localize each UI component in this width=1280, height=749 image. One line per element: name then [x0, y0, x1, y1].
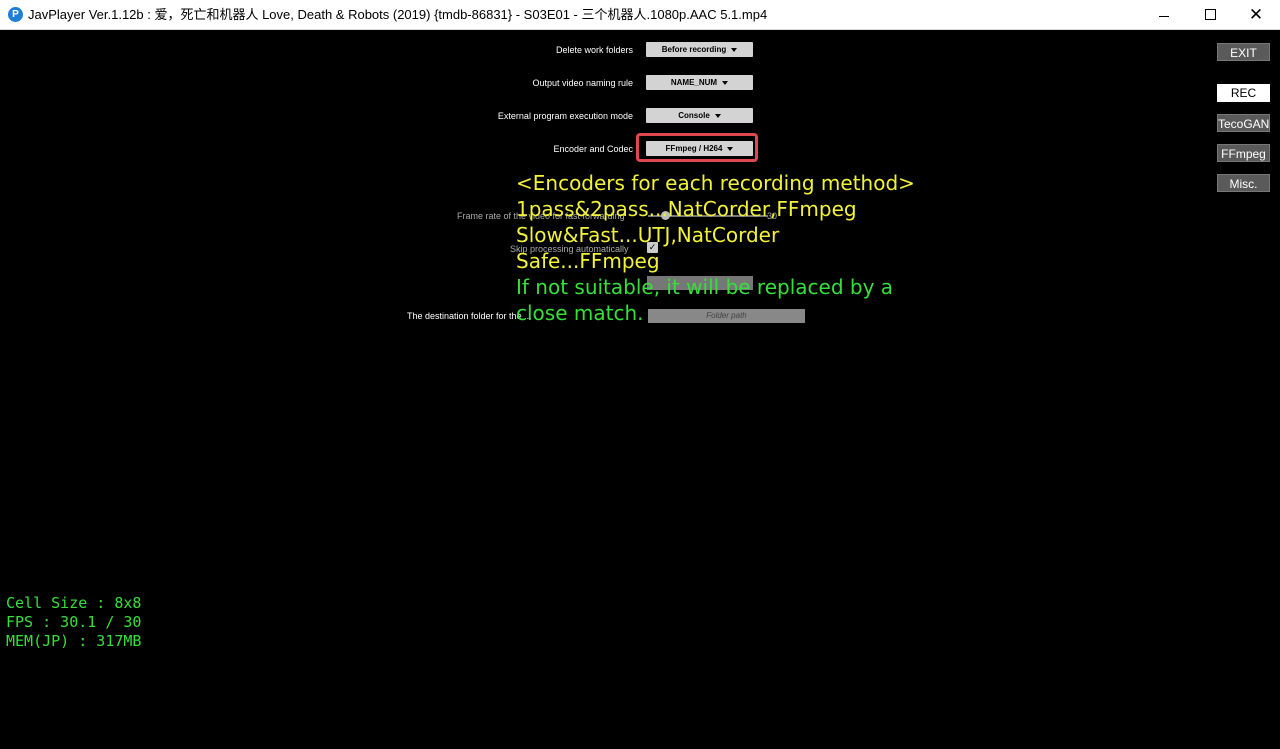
encoder-label: Encoder and Codec	[553, 144, 633, 154]
app-icon: P	[8, 7, 23, 22]
external-exec-label: External program execution mode	[497, 111, 633, 121]
minimize-button[interactable]	[1141, 0, 1187, 30]
cell-size-stat: Cell Size : 8x8	[6, 594, 142, 612]
overlay-line: 1pass&2pass...NatCorder,FFmpeg	[516, 197, 857, 221]
overlay-line: <Encoders for each recording method>	[516, 171, 915, 195]
encoder-help-overlay: <Encoders for each recording method> 1pa…	[516, 170, 915, 326]
overlay-line: close match.	[516, 301, 644, 325]
external-exec-value: Console	[678, 111, 710, 120]
stats-panel: Cell Size : 8x8 FPS : 30.1 / 30 MEM(JP) …	[6, 594, 141, 651]
close-button[interactable]: ✕	[1233, 0, 1279, 30]
caret-down-icon	[731, 47, 738, 52]
mem-stat: MEM(JP) : 317MB	[6, 632, 142, 650]
output-naming-dropdown[interactable]: NAME_NUM	[646, 75, 753, 90]
maximize-button[interactable]	[1187, 0, 1233, 30]
fps-stat: FPS : 30.1 / 30	[6, 613, 142, 631]
delete-work-folders-value: Before recording	[661, 45, 727, 54]
misc-tab[interactable]: Misc.	[1217, 174, 1270, 192]
minimize-icon	[1159, 15, 1169, 17]
caret-down-icon	[727, 146, 734, 151]
encoder-dropdown[interactable]: FFmpeg / H264	[646, 141, 753, 156]
maximize-icon	[1204, 9, 1216, 21]
external-exec-dropdown[interactable]: Console	[646, 108, 753, 123]
window-title: JavPlayer Ver.1.12b : 爱，死亡和机器人 Love, Dea…	[28, 7, 768, 22]
rec-tab[interactable]: REC	[1217, 84, 1270, 102]
output-naming-label: Output video naming rule	[532, 78, 633, 88]
ffmpeg-tab[interactable]: FFmpeg	[1217, 144, 1270, 162]
output-naming-value: NAME_NUM	[670, 78, 718, 87]
destination-folder-label: The destination folder for the ...	[407, 311, 532, 321]
caret-down-icon	[714, 113, 721, 118]
overlay-line: If not suitable, it will be replaced by …	[516, 275, 894, 299]
exit-button[interactable]: EXIT	[1217, 43, 1270, 61]
delete-work-folders-dropdown[interactable]: Before recording	[646, 42, 753, 57]
encoder-value: FFmpeg / H264	[665, 144, 723, 153]
overlay-line: Slow&Fast...UTJ,NatCorder	[516, 223, 780, 247]
caret-down-icon	[722, 80, 729, 85]
delete-work-folders-label: Delete work folders	[555, 45, 633, 55]
tecogan-tab[interactable]: TecoGAN	[1217, 114, 1270, 132]
overlay-line: Safe...FFmpeg	[516, 249, 660, 273]
title-bar: P JavPlayer Ver.1.12b : 爱，死亡和机器人 Love, D…	[0, 0, 1280, 30]
